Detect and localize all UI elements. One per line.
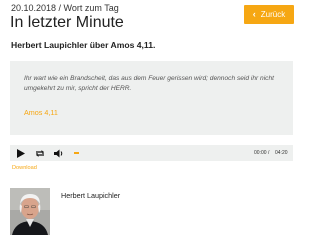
- quote-text: Ihr wart wie ein Brandscheit, das aus de…: [24, 75, 274, 92]
- back-button[interactable]: ‹ Zurück: [244, 5, 294, 24]
- author-avatar: [10, 188, 50, 235]
- back-button-label: Zurück: [260, 10, 286, 19]
- quote-reference-link[interactable]: Amos 4,11: [24, 108, 58, 117]
- audio-player: 00:00 / 04:20: [10, 145, 293, 161]
- chevron-left-icon: ‹: [252, 9, 256, 19]
- time-separator: /: [268, 150, 270, 156]
- volume-slider[interactable]: [74, 152, 79, 154]
- loop-icon[interactable]: [34, 145, 46, 161]
- page-title: In letzter Minute: [10, 14, 124, 31]
- date-category: 20.10.2018 / Wort zum Tag: [11, 3, 119, 13]
- play-icon[interactable]: [16, 145, 26, 161]
- subtitle: Herbert Laupichler über Amos 4,11.: [11, 40, 156, 50]
- quote-box: Ihr wart wie ein Brandscheit, das aus de…: [10, 61, 293, 135]
- total-time: 04:20: [275, 150, 288, 156]
- current-time: 00:00: [254, 150, 267, 156]
- download-link[interactable]: Download: [12, 165, 37, 171]
- author-name: Herbert Laupichler: [61, 191, 121, 200]
- volume-icon[interactable]: [53, 145, 65, 161]
